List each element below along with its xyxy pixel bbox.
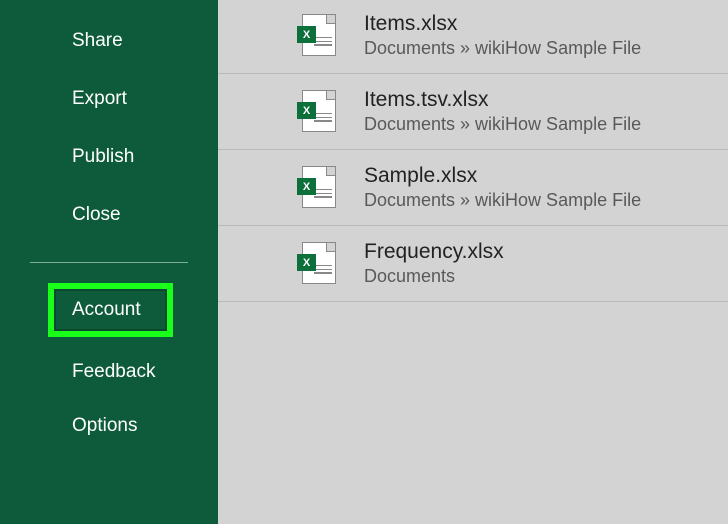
- menu-item-close[interactable]: Close: [0, 186, 218, 244]
- file-name: Frequency.xlsx: [364, 240, 504, 264]
- menu-item-share[interactable]: Share: [0, 12, 218, 70]
- menu-item-export[interactable]: Export: [0, 70, 218, 128]
- menu-bottom-group: Account Feedback Options: [0, 275, 218, 453]
- file-name: Items.xlsx: [364, 12, 641, 36]
- excel-file-icon: X: [298, 12, 336, 56]
- file-info: Frequency.xlsx Documents: [364, 240, 504, 287]
- menu-item-options[interactable]: Options: [0, 399, 218, 453]
- recent-files-list: X Items.xlsx Documents » wikiHow Sample …: [218, 0, 728, 524]
- file-row[interactable]: X Sample.xlsx Documents » wikiHow Sample…: [218, 150, 728, 226]
- file-row[interactable]: X Items.tsv.xlsx Documents » wikiHow Sam…: [218, 74, 728, 150]
- menu-top-group: Share Export Publish Close: [0, 0, 218, 244]
- file-info: Sample.xlsx Documents » wikiHow Sample F…: [364, 164, 641, 211]
- excel-file-icon: X: [298, 164, 336, 208]
- menu-item-account[interactable]: Account: [54, 289, 167, 331]
- file-row[interactable]: X Frequency.xlsx Documents: [218, 226, 728, 302]
- file-info: Items.xlsx Documents » wikiHow Sample Fi…: [364, 12, 641, 59]
- menu-item-feedback[interactable]: Feedback: [0, 345, 218, 399]
- excel-file-icon: X: [298, 240, 336, 284]
- file-info: Items.tsv.xlsx Documents » wikiHow Sampl…: [364, 88, 641, 135]
- menu-item-publish[interactable]: Publish: [0, 128, 218, 186]
- file-path: Documents: [364, 266, 504, 287]
- file-path: Documents » wikiHow Sample File: [364, 190, 641, 211]
- sidebar-divider: [30, 262, 188, 263]
- backstage-sidebar: Share Export Publish Close Account Feedb…: [0, 0, 218, 524]
- file-name: Items.tsv.xlsx: [364, 88, 641, 112]
- file-name: Sample.xlsx: [364, 164, 641, 188]
- highlight-annotation: Account: [48, 283, 173, 337]
- excel-file-icon: X: [298, 88, 336, 132]
- file-row[interactable]: X Items.xlsx Documents » wikiHow Sample …: [218, 12, 728, 74]
- file-path: Documents » wikiHow Sample File: [364, 38, 641, 59]
- file-path: Documents » wikiHow Sample File: [364, 114, 641, 135]
